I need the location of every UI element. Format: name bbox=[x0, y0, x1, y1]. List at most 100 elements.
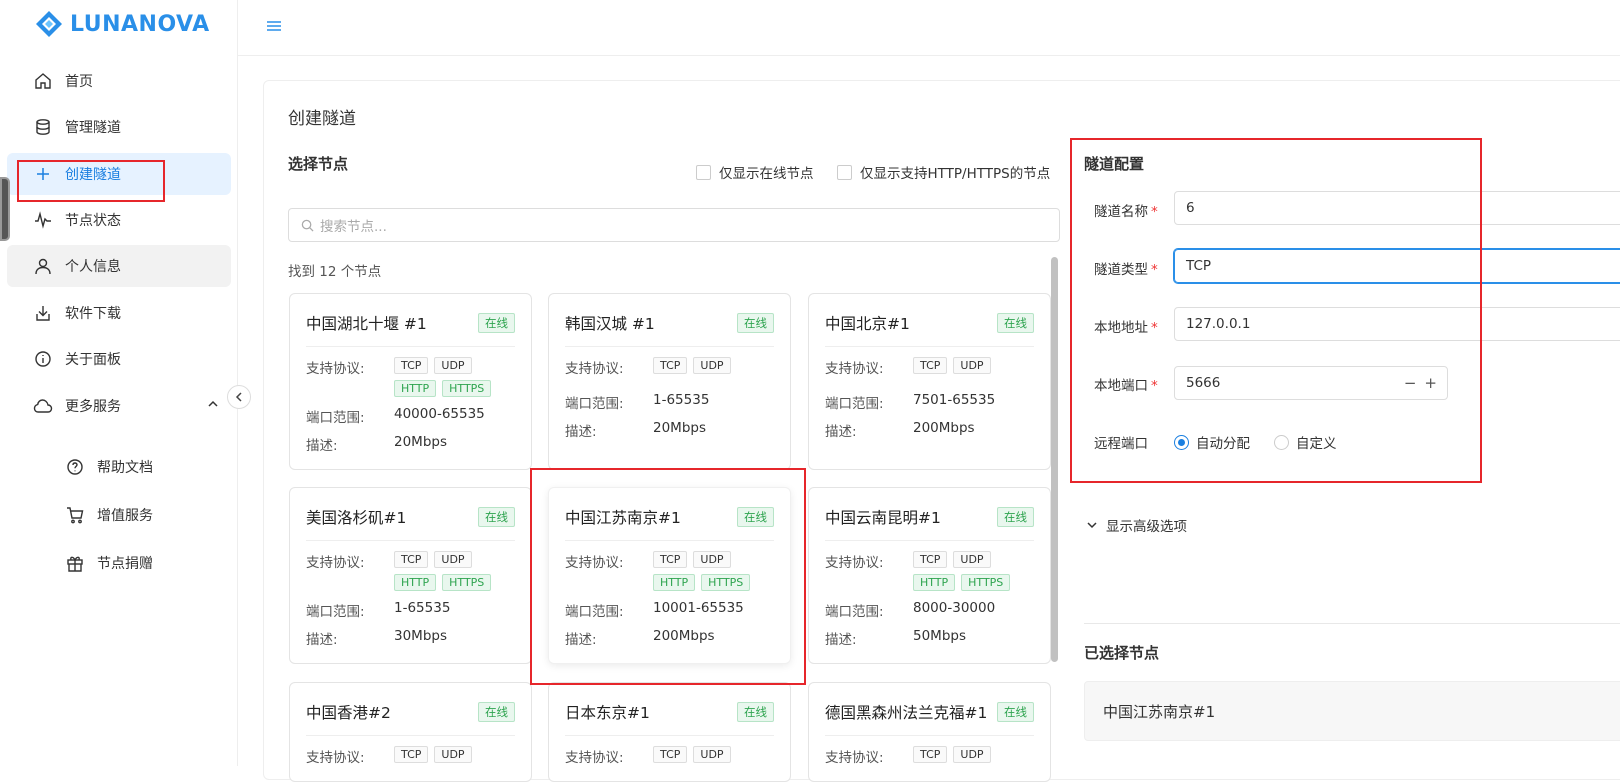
filter-online-checkbox[interactable]: 仅显示在线节点 bbox=[696, 162, 814, 182]
desc-row: 描述: 200Mbps bbox=[565, 628, 715, 648]
side-drag-handle[interactable] bbox=[0, 177, 10, 241]
node-header: 中国江苏南京#1 在线 bbox=[565, 506, 774, 528]
node-card[interactable]: 德国黑森州法兰克福#1 在线支持协议: TCP UDP bbox=[808, 682, 1051, 782]
node-name: 中国湖北十堰 #1 bbox=[306, 315, 427, 333]
ports-label: 端口范围: bbox=[306, 604, 365, 620]
ports-row: 端口范围: 7501-65535 bbox=[825, 392, 995, 412]
node-name: 德国黑森州法兰克福#1 bbox=[825, 704, 988, 722]
node-card[interactable]: 日本东京#1 在线 支持协议: TCP UDP bbox=[548, 682, 791, 782]
protocol-label: 支持协议: bbox=[306, 750, 365, 766]
protocol-tag: HTTP bbox=[653, 574, 696, 591]
status-badge: 在线 bbox=[478, 313, 515, 333]
sidebar-item-node-status[interactable]: 节点状态 bbox=[7, 199, 231, 241]
logo[interactable]: LUNANOVA bbox=[34, 8, 210, 40]
node-divider bbox=[825, 735, 1034, 736]
checkbox[interactable] bbox=[696, 164, 711, 180]
remote-port-auto-radio[interactable]: 自动分配 bbox=[1174, 432, 1250, 452]
node-divider bbox=[306, 735, 515, 736]
remote-port-label: 远程端口 bbox=[1094, 436, 1148, 452]
node-card[interactable]: 中国云南昆明#1 在线 支持协议: TCP UDP HTTP HTTPS 端口范围: 8000-… bbox=[808, 487, 1051, 664]
protocol-tags: TCP UDP bbox=[913, 746, 1038, 763]
local-address-label: 本地地址 * bbox=[1094, 320, 1158, 336]
protocol-tag: TCP bbox=[653, 357, 688, 374]
ports-value: 10001-65535 bbox=[653, 600, 744, 616]
radio-label: 自动分配 bbox=[1196, 436, 1250, 452]
sidebar-item-create-tunnel[interactable]: 创建隧道 bbox=[7, 153, 231, 195]
show-advanced-toggle[interactable]: 显示高级选项 bbox=[1086, 515, 1187, 535]
selected-node-box: 中国江苏南京#1 bbox=[1084, 681, 1620, 741]
radio-dot[interactable] bbox=[1274, 434, 1289, 450]
node-header: 中国云南昆明#1 在线 bbox=[825, 506, 1034, 528]
sidebar-item-download[interactable]: 软件下载 bbox=[7, 292, 231, 334]
protocol-label: 支持协议: bbox=[825, 361, 884, 377]
status-badge: 在线 bbox=[737, 313, 774, 333]
protocol-tag: HTTPS bbox=[442, 380, 492, 397]
local-address-input[interactable]: 127.0.0.1 bbox=[1174, 307, 1620, 341]
logo-icon bbox=[36, 11, 62, 37]
gift-icon bbox=[65, 553, 85, 573]
sidebar-item-node-donate[interactable]: 节点捐赠 bbox=[7, 542, 231, 584]
protocol-row: 支持协议: bbox=[565, 746, 653, 766]
node-divider bbox=[565, 540, 774, 541]
sidebar-item-profile[interactable]: 个人信息 bbox=[7, 245, 231, 287]
increment-button[interactable]: + bbox=[1424, 374, 1437, 392]
radio-dot[interactable] bbox=[1174, 434, 1189, 450]
protocol-label: 支持协议: bbox=[306, 361, 365, 377]
ports-row: 端口范围: 8000-30000 bbox=[825, 600, 995, 620]
node-list-scrollbar[interactable] bbox=[1051, 257, 1058, 662]
protocol-tags: TCP UDP bbox=[394, 746, 519, 763]
sidebar-item-value-services[interactable]: 增值服务 bbox=[7, 494, 231, 536]
protocol-tag: UDP bbox=[434, 746, 472, 763]
protocol-tag: TCP bbox=[913, 551, 948, 568]
download-icon bbox=[33, 303, 53, 323]
cart-icon bbox=[65, 505, 85, 525]
checkbox[interactable] bbox=[837, 164, 852, 180]
remote-port-custom-radio[interactable]: 自定义 bbox=[1274, 432, 1337, 452]
protocol-label: 支持协议: bbox=[825, 750, 884, 766]
node-card[interactable]: 中国北京#1 在线 支持协议: TCP UDP 端口范围: 7501-65535 描述: 200… bbox=[808, 293, 1051, 470]
status-badge: 在线 bbox=[997, 702, 1034, 722]
protocol-tag: UDP bbox=[953, 746, 991, 763]
desc-value: 30Mbps bbox=[394, 628, 447, 644]
chevron-up-icon[interactable] bbox=[207, 398, 219, 414]
plus-icon bbox=[33, 164, 53, 184]
node-divider bbox=[306, 346, 515, 347]
sidebar-item-manage-tunnels[interactable]: 管理隧道 bbox=[7, 106, 231, 148]
node-card[interactable]: 中国香港#2 在线支持协议: TCP UDP bbox=[289, 682, 532, 782]
ports-value: 40000-65535 bbox=[394, 406, 485, 422]
protocol-label: 支持协议: bbox=[565, 750, 624, 766]
protocol-tags: TCP UDP HTTP HTTPS bbox=[913, 551, 1038, 591]
node-divider bbox=[565, 735, 774, 736]
radio-label: 自定义 bbox=[1296, 436, 1337, 452]
sidebar-item-label: 管理隧道 bbox=[65, 120, 121, 136]
local-port-stepper[interactable]: 5666 − + bbox=[1174, 366, 1448, 400]
help-icon bbox=[65, 457, 85, 477]
topbar bbox=[238, 0, 1620, 56]
filter-http-checkbox[interactable]: 仅显示支持HTTP/HTTPS的节点 bbox=[837, 162, 1050, 182]
desc-row: 描述: 20Mbps bbox=[565, 420, 706, 440]
ports-label: 端口范围: bbox=[565, 396, 624, 412]
sidebar-item-about[interactable]: 关于面板 bbox=[7, 338, 231, 380]
protocol-row: 支持协议: bbox=[565, 551, 653, 571]
sidebar-item-more-services[interactable]: 更多服务 bbox=[7, 385, 231, 427]
database-icon bbox=[33, 117, 53, 137]
decrement-button[interactable]: − bbox=[1404, 374, 1417, 392]
node-card[interactable]: 中国湖北十堰 #1 在线 支持协议: TCP UDP HTTP HTTPS 端口范围: 4000… bbox=[289, 293, 532, 470]
ports-row: 端口范围: 1-65535 bbox=[306, 600, 450, 620]
protocol-row: 支持协议: bbox=[306, 746, 394, 766]
desc-label: 描述: bbox=[565, 632, 597, 648]
sidebar-collapse-button[interactable] bbox=[227, 385, 251, 409]
tunnel-name-input[interactable]: 6 bbox=[1174, 191, 1620, 225]
node-header: 韩国汉城 #1 在线 bbox=[565, 312, 774, 334]
tunnel-type-select[interactable]: TCP bbox=[1174, 249, 1620, 283]
node-card[interactable]: 美国洛杉矶#1 在线 支持协议: TCP UDP HTTP HTTPS 端口范围: 1-6553… bbox=[289, 487, 532, 664]
node-search-input[interactable]: 搜索节点... bbox=[288, 208, 1060, 242]
node-divider bbox=[306, 540, 515, 541]
label-text: 本地端口 bbox=[1094, 378, 1148, 394]
sidebar-item-help-docs[interactable]: 帮助文档 bbox=[7, 446, 231, 488]
node-card[interactable]: 中国江苏南京#1 在线 支持协议: TCP UDP HTTP HTTPS 端口范围: 10001… bbox=[548, 487, 791, 664]
node-header: 中国香港#2 在线 bbox=[306, 701, 515, 723]
node-card[interactable]: 韩国汉城 #1 在线 支持协议: TCP UDP 端口范围: 1-65535 描述: 20Mbp… bbox=[548, 293, 791, 470]
menu-icon[interactable] bbox=[266, 18, 282, 37]
sidebar-item-home[interactable]: 首页 bbox=[7, 60, 231, 102]
